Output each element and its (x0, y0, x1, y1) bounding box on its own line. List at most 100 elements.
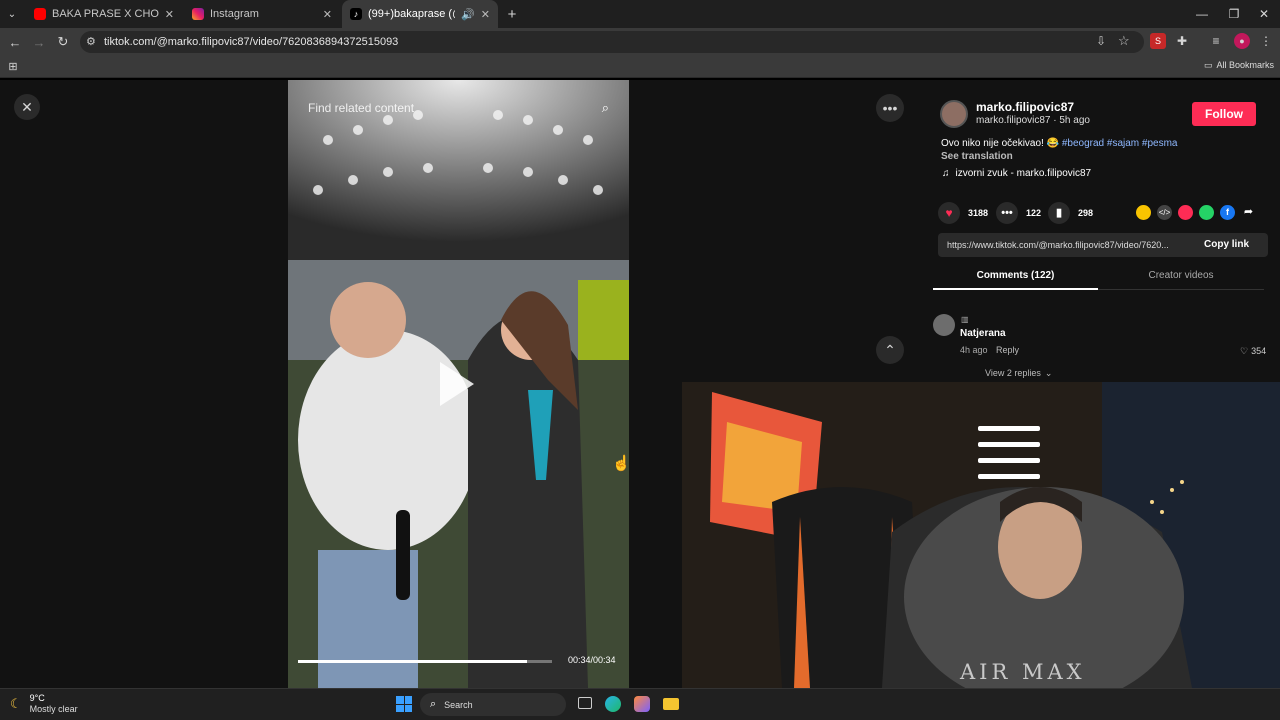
search-related-bar[interactable]: Find related content ⌕ (296, 92, 621, 124)
windows-logo-tile (396, 696, 404, 704)
author-username[interactable]: marko.filipovic87 (976, 100, 1074, 114)
copy-link-button[interactable]: Copy link (1204, 239, 1249, 250)
tab-title: (99+)bakaprase (@bakapr... (368, 8, 455, 20)
close-icon[interactable]: ✕ (323, 8, 332, 21)
facebook-icon[interactable]: f (1220, 205, 1235, 220)
task-view-icon[interactable] (578, 697, 592, 709)
maximize-button[interactable]: ❐ (1224, 4, 1244, 24)
previous-video-button[interactable]: ⌃ (876, 336, 904, 364)
close-icon[interactable]: ✕ (481, 8, 490, 21)
video-player[interactable]: Find related content ⌕ 00:34/00:34 (288, 80, 629, 688)
like-button[interactable]: ♥ 3188 (938, 202, 988, 224)
search-icon: ⌕ (430, 698, 437, 710)
tab-creator-videos-label: Creator videos (1148, 270, 1214, 281)
video-progress-track[interactable] (298, 660, 552, 663)
more-options-button[interactable]: ••• (876, 94, 904, 122)
url-text: tiktok.com/@marko.filipovic87/video/7620… (104, 36, 399, 48)
site-info-icon[interactable]: ⚙ (86, 35, 96, 48)
moon-cloud-icon: ☾ (10, 696, 22, 711)
tab-comments[interactable]: Comments (122) (933, 266, 1098, 290)
whatsapp-icon[interactable] (1199, 205, 1214, 220)
weather-temp: 9°C (29, 693, 45, 703)
weather-condition: Mostly clear (29, 704, 78, 714)
author-avatar[interactable] (940, 100, 968, 128)
close-video-button[interactable]: ✕ (14, 94, 40, 120)
tab-strip: ⌄ BAKA PRASE X CHODA - BETMEN ✕ Instagra… (0, 0, 1280, 28)
save-button[interactable]: ▮ 298 (1048, 202, 1093, 224)
follow-button[interactable]: Follow (1192, 102, 1256, 126)
tab-title: Instagram (210, 8, 259, 20)
apps-grid-icon[interactable]: ⊞ (6, 59, 20, 73)
send-icon[interactable] (1178, 205, 1193, 220)
edge-icon[interactable] (605, 696, 621, 712)
youtube-icon (34, 8, 46, 20)
comment-time: 4h ago (960, 345, 988, 355)
comment-like-count: 354 (1251, 346, 1267, 356)
share-arrow-icon[interactable]: ➦ (1241, 205, 1256, 220)
comment-button[interactable]: ••• 122 (996, 202, 1041, 224)
comment-reply-button[interactable]: Reply (996, 345, 1019, 355)
tab-search-icon[interactable]: ⌄ (4, 6, 20, 22)
comment-like-button[interactable]: ♡ 354 (1240, 346, 1266, 357)
webcam-overlay: AIR MAX (682, 382, 1280, 688)
music-note-icon: ♫ (942, 168, 950, 179)
video-progress-fill (298, 660, 527, 663)
instagram-icon (192, 8, 204, 20)
tab-creator-videos[interactable]: Creator videos (1098, 266, 1264, 290)
view-replies-label: View 2 replies (985, 368, 1041, 378)
taskbar-search-label: Search (444, 699, 473, 710)
view-replies-button[interactable]: View 2 replies ⌄ (985, 368, 1052, 379)
see-translation-link[interactable]: See translation (941, 151, 1013, 162)
comment-icon: ••• (996, 202, 1018, 224)
caption-text: Ovo niko nije očekivao! 😂 (941, 138, 1060, 149)
video-time: 00:34/00:34 (568, 655, 616, 665)
forward-icon[interactable]: → (30, 33, 48, 51)
close-icon[interactable]: ✕ (165, 8, 174, 21)
address-bar[interactable]: ⚙ tiktok.com/@marko.filipovic87/video/76… (80, 31, 1144, 53)
tab-title: BAKA PRASE X CHODA - BETMEN (52, 8, 159, 20)
hashtags[interactable]: #beograd #sajam #pesma (1062, 138, 1178, 149)
media-control-icon[interactable]: ≡ (1208, 33, 1224, 49)
heart-outline-icon: ♡ (1240, 346, 1249, 356)
windows-taskbar: ☾ 9°C Mostly clear ⌕ Search (0, 688, 1280, 720)
extensions-puzzle-icon[interactable]: ✚ (1174, 33, 1190, 49)
sound-row[interactable]: ♫ izvorni zvuk - marko.filipovic87 (942, 168, 1091, 179)
repost-icon[interactable] (1136, 205, 1151, 220)
embed-icon[interactable]: </> (1157, 205, 1172, 220)
comment-avatar[interactable] (933, 314, 955, 336)
weather-widget[interactable]: ☾ 9°C Mostly clear (10, 693, 78, 715)
caption: Ovo niko nije očekivao! 😂 #beograd #saja… (941, 138, 1177, 149)
copy-link-box: https://www.tiktok.com/@marko.filipovic8… (938, 233, 1268, 257)
tab-youtube[interactable]: BAKA PRASE X CHODA - BETMEN ✕ (26, 0, 182, 28)
comment-author[interactable]: Natjerana (960, 328, 1006, 339)
windows-logo-tile (404, 704, 412, 712)
folder-icon: ▭ (1204, 60, 1213, 70)
copilot-icon[interactable] (634, 696, 650, 712)
comment-count: 122 (1026, 208, 1042, 218)
audio-icon[interactable]: 🔊 (461, 8, 475, 21)
bookmark-star-icon[interactable]: ☆ (1118, 33, 1130, 49)
play-icon[interactable] (440, 362, 474, 406)
bookmark-icon: ▮ (1048, 202, 1070, 224)
profile-avatar[interactable]: ● (1234, 33, 1250, 49)
install-icon[interactable]: ⇩ (1096, 34, 1106, 48)
start-button[interactable] (396, 696, 412, 712)
reload-icon[interactable]: ↻ (54, 33, 72, 51)
search-related-placeholder: Find related content (308, 101, 415, 115)
window-close-button[interactable]: ✕ (1254, 4, 1274, 24)
webcam-frame (682, 382, 1280, 688)
browser-toolbar: ← → ↻ ⚙ tiktok.com/@marko.filipovic87/vi… (0, 28, 1280, 56)
tiktok-icon: ♪ (350, 8, 362, 20)
new-tab-button[interactable]: + (502, 4, 522, 24)
taskbar-search[interactable]: ⌕ Search (420, 693, 566, 716)
tab-instagram[interactable]: Instagram ✕ (184, 0, 340, 28)
file-explorer-icon[interactable] (663, 698, 679, 710)
menu-icon[interactable]: ⋮ (1258, 33, 1274, 49)
all-bookmarks[interactable]: ▭ All Bookmarks (1204, 60, 1274, 71)
weather-text: 9°C Mostly clear (30, 693, 78, 715)
back-icon[interactable]: ← (6, 33, 24, 51)
extension-icon[interactable]: S (1150, 33, 1166, 49)
video-link: https://www.tiktok.com/@marko.filipovic8… (947, 240, 1169, 250)
tab-tiktok[interactable]: ♪ (99+)bakaprase (@bakapr... 🔊 ✕ (342, 0, 498, 28)
minimize-button[interactable]: — (1192, 4, 1212, 24)
